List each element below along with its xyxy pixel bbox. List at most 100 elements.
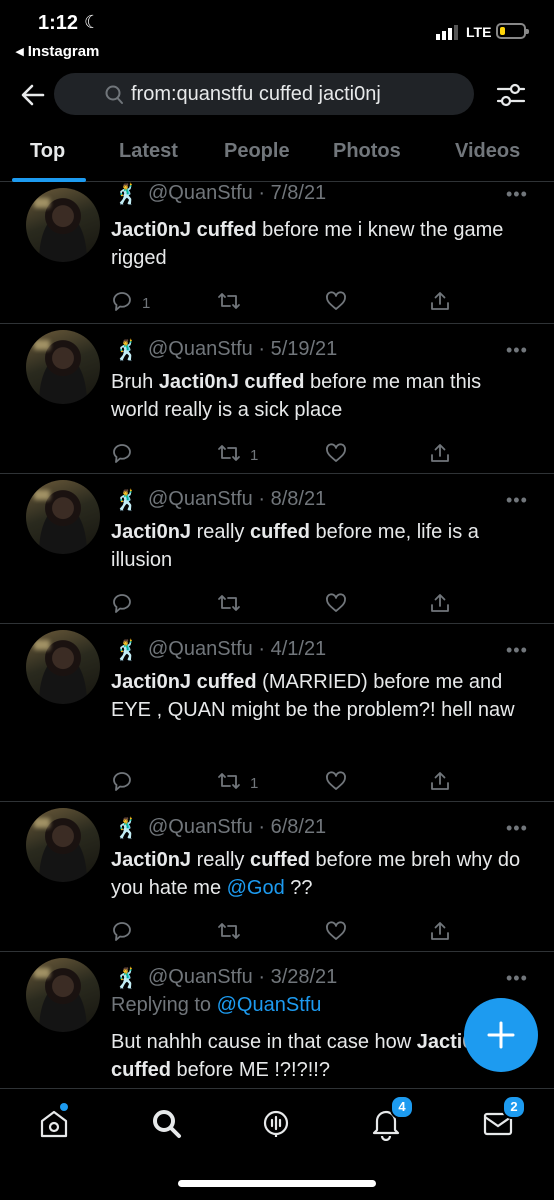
tweet[interactable]: 🕺 @QuanStfu · 5/19/21 ••• Bruh Jacti0nJ cuf… [0,324,554,474]
avatar[interactable] [26,330,100,404]
tweet-actions: 1 [110,442,470,468]
more-icon[interactable]: ••• [506,490,528,511]
tweet[interactable]: 🕺 @QuanStfu · 6/8/21 ••• Jacti0nJ really cu… [0,802,554,952]
retweet-icon [216,769,242,798]
avatar[interactable] [26,958,100,1032]
retweet-button[interactable] [216,920,250,946]
share-button[interactable] [428,592,452,618]
avatar[interactable] [26,630,100,704]
nav-spaces[interactable] [258,1105,298,1145]
avatar[interactable] [26,480,100,554]
tweet[interactable]: 🕺 @QuanStfu · 8/8/21 ••• Jacti0nJ really cu… [0,474,554,624]
replying-to-mention[interactable]: @QuanStfu [217,994,322,1016]
replying-to-label: Replying to [111,994,212,1016]
like-icon [324,441,348,470]
reply-icon [110,769,134,798]
like-icon [324,289,348,318]
tweet-handle-date[interactable]: @QuanStfu · 8/8/21 [148,488,326,511]
explore-icon [153,1110,181,1138]
like-icon [324,919,348,948]
tweet-handle-date[interactable]: @QuanStfu · 7/8/21 [148,182,326,205]
tweet-handle-date[interactable]: @QuanStfu · 3/28/21 [148,966,337,989]
notifications-badge: 4 [390,1095,414,1119]
share-icon [428,289,452,318]
avatar[interactable] [26,188,100,262]
retweet-count: 1 [250,446,259,464]
like-button[interactable] [324,442,356,468]
retweet-button[interactable]: 1 [216,442,258,468]
tweet-handle-date[interactable]: @QuanStfu · 4/1/21 [148,638,326,661]
nav-home[interactable] [36,1103,76,1145]
reply-button[interactable] [110,770,142,796]
reply-icon [110,591,134,620]
back-arrow-icon[interactable] [18,80,48,110]
retweet-icon [216,289,242,318]
reply-icon [110,289,134,318]
tweet-text: Bruh Jacti0nJ cuffed before me man this … [111,371,482,421]
share-button[interactable] [428,920,452,946]
reply-count: 1 [142,294,151,312]
retweet-icon [216,591,242,620]
filter-icon[interactable] [494,78,528,112]
more-icon[interactable]: ••• [506,640,528,661]
retweet-button[interactable]: 1 [216,770,258,796]
tweet-text: Jacti0nJ cuffed before me i knew the gam… [111,219,504,269]
share-button[interactable] [428,290,452,316]
status-bar: 1:12 ☾ ◂ Instagram LTE [0,0,554,64]
retweet-button[interactable] [216,290,250,316]
more-icon[interactable]: ••• [506,340,528,361]
like-button[interactable] [324,290,356,316]
nav-messages[interactable]: 2 [480,1095,526,1145]
tweet-text: Jacti0nJ cuffed (MARRIED) before me and … [111,671,515,721]
search-icon [105,85,123,104]
tweet[interactable]: 🕺 @QuanStfu · 7/8/21 ••• Jacti0nJ cuffed be… [0,182,554,324]
reply-button[interactable] [110,592,142,618]
nav-notifications[interactable]: 4 [368,1095,414,1145]
share-button[interactable] [428,442,452,468]
tweet-handle-date[interactable]: @QuanStfu · 6/8/21 [148,816,326,839]
tweet-actions: 1 [110,770,470,796]
share-icon [428,591,452,620]
compose-icon [487,1021,515,1049]
signal-icon [436,25,458,40]
tab-people[interactable]: People [224,140,290,163]
like-icon [324,591,348,620]
like-button[interactable] [324,592,356,618]
tab-videos[interactable]: Videos [455,140,520,163]
more-icon[interactable]: ••• [506,968,528,989]
retweet-button[interactable] [216,592,250,618]
reply-button[interactable]: 1 [110,290,150,316]
reply-icon [110,919,134,948]
avatar[interactable] [26,808,100,882]
tweet-handle-date[interactable]: @QuanStfu · 5/19/21 [148,338,337,361]
share-icon [428,441,452,470]
status-time: 1:12 [38,12,79,34]
reply-button[interactable] [110,442,142,468]
tweet-text: Jacti0nJ really cuffed before me, life i… [111,521,479,571]
like-button[interactable] [324,770,356,796]
tweet[interactable]: 🕺 @QuanStfu · 4/1/21 ••• Jacti0nJ cuffed (M… [0,624,554,802]
tab-top[interactable]: Top [30,140,65,163]
retweet-icon [216,441,242,470]
reply-button[interactable] [110,920,142,946]
tab-latest[interactable]: Latest [119,140,178,163]
more-icon[interactable]: ••• [506,818,528,839]
like-button[interactable] [324,920,356,946]
search-results-feed[interactable]: 🕺 @QuanStfu · 7/8/21 ••• Jacti0nJ cuffed be… [0,182,554,1088]
compose-button[interactable] [464,998,538,1072]
back-to-instagram-link[interactable]: ◂ Instagram [16,42,99,60]
nav-explore[interactable] [148,1105,188,1145]
tweet-text: Jacti0nJ really cuffed before me breh wh… [111,849,521,899]
retweet-count: 1 [250,774,259,792]
more-icon[interactable]: ••• [506,184,528,205]
tab-photos[interactable]: Photos [333,140,401,163]
dancer-emoji-icon: 🕺 [114,640,139,662]
tweet-actions [110,592,470,618]
replying-to: Replying to @QuanStfu [111,994,321,1017]
messages-badge: 2 [502,1095,526,1119]
share-button[interactable] [428,770,452,796]
search-query[interactable]: from:quanstfu cuffed jacti0nj [131,83,381,106]
share-icon [428,769,452,798]
retweet-icon [216,919,242,948]
spaces-icon [263,1110,289,1137]
